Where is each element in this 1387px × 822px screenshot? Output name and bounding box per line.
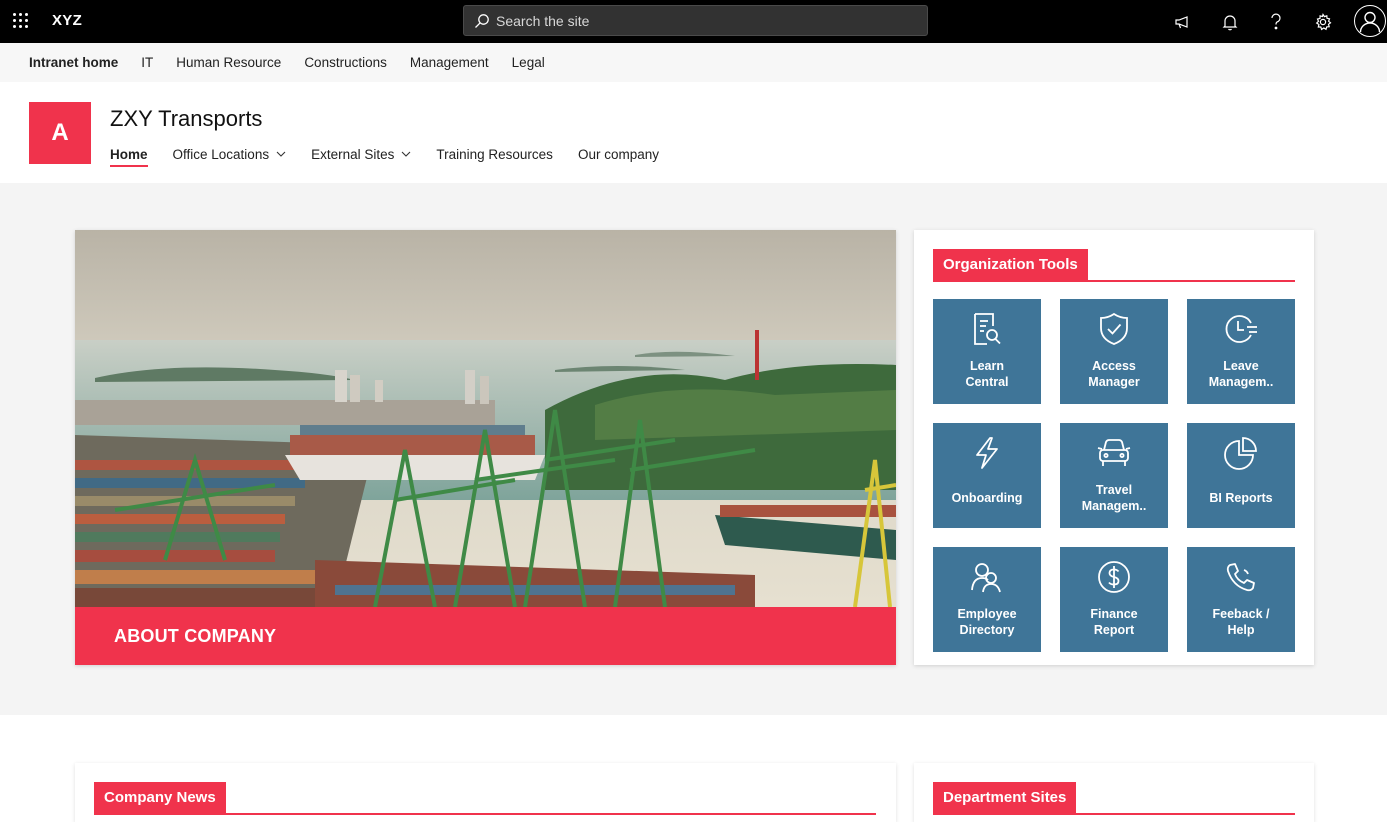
shield-check-icon bbox=[1096, 311, 1132, 347]
hub-nav-management[interactable]: Management bbox=[410, 55, 489, 70]
site-nav-home[interactable]: Home bbox=[110, 141, 148, 167]
suite-bar: XYZ bbox=[0, 0, 1387, 43]
site-nav-office-locations[interactable]: Office Locations bbox=[173, 141, 287, 167]
search-input[interactable] bbox=[496, 12, 896, 29]
tile-travel-management[interactable]: Travel Managem.. bbox=[1060, 423, 1168, 528]
car-icon bbox=[1096, 435, 1132, 471]
tile-learn-central[interactable]: Learn Central bbox=[933, 299, 1041, 404]
hub-nav-intranet-home[interactable]: Intranet home bbox=[29, 55, 118, 70]
chevron-down-icon bbox=[401, 151, 411, 157]
hub-nav-it[interactable]: IT bbox=[141, 55, 153, 70]
site-nav-our-company[interactable]: Our company bbox=[578, 141, 659, 167]
tile-feedback-help[interactable]: Feeback / Help bbox=[1187, 547, 1295, 652]
tile-onboarding[interactable]: Onboarding bbox=[933, 423, 1041, 528]
people-icon bbox=[969, 559, 1005, 595]
lightning-icon bbox=[969, 435, 1005, 471]
site-header: A ZXY Transports Home Office Locations E… bbox=[0, 82, 1387, 183]
hero-section: ABOUT COMPANY bbox=[75, 230, 896, 665]
department-sites-card: Department Sites bbox=[914, 763, 1314, 822]
site-nav: Home Office Locations External Sites Tra… bbox=[110, 141, 684, 167]
organization-tools-header: Organization Tools bbox=[933, 249, 1295, 282]
bell-icon[interactable] bbox=[1217, 9, 1243, 35]
tile-bi-reports[interactable]: BI Reports bbox=[1187, 423, 1295, 528]
hub-nav-legal[interactable]: Legal bbox=[512, 55, 545, 70]
search-box[interactable] bbox=[463, 5, 928, 36]
search-icon bbox=[475, 13, 489, 28]
dollar-icon bbox=[1096, 559, 1132, 595]
hub-nav-constructions[interactable]: Constructions bbox=[304, 55, 387, 70]
waffle-icon[interactable] bbox=[13, 13, 29, 29]
hub-nav-human-resource[interactable]: Human Resource bbox=[176, 55, 281, 70]
about-company-band[interactable]: ABOUT COMPANY bbox=[75, 607, 896, 665]
company-news-card: Company News bbox=[75, 763, 896, 822]
company-news-header: Company News bbox=[94, 782, 876, 815]
hub-nav: Intranet home IT Human Resource Construc… bbox=[0, 43, 1387, 82]
user-avatar-icon[interactable] bbox=[1354, 5, 1386, 37]
brand-name[interactable]: XYZ bbox=[52, 12, 82, 29]
site-nav-external-sites[interactable]: External Sites bbox=[311, 141, 411, 167]
clock-icon bbox=[1223, 311, 1259, 347]
site-title[interactable]: ZXY Transports bbox=[110, 106, 262, 132]
tile-access-manager[interactable]: Access Manager bbox=[1060, 299, 1168, 404]
harbor-photo bbox=[75, 230, 896, 607]
gear-icon[interactable] bbox=[1310, 9, 1336, 35]
chevron-down-icon bbox=[276, 151, 286, 157]
megaphone-icon[interactable] bbox=[1170, 9, 1196, 35]
tile-employee-directory[interactable]: Employee Directory bbox=[933, 547, 1041, 652]
tile-finance-report[interactable]: Finance Report bbox=[1060, 547, 1168, 652]
organization-tools-panel: Organization Tools Learn Central Access Ma… bbox=[914, 230, 1314, 665]
department-sites-header: Department Sites bbox=[933, 782, 1295, 815]
document-search-icon bbox=[969, 311, 1005, 347]
company-news-title: Company News bbox=[94, 782, 226, 813]
site-logo[interactable]: A bbox=[29, 102, 91, 164]
phone-icon bbox=[1223, 559, 1259, 595]
organization-tools-title: Organization Tools bbox=[933, 249, 1088, 280]
pie-chart-icon bbox=[1223, 435, 1259, 471]
site-nav-training-resources[interactable]: Training Resources bbox=[436, 141, 553, 167]
department-sites-title: Department Sites bbox=[933, 782, 1077, 813]
help-icon[interactable] bbox=[1263, 9, 1289, 35]
tile-leave-management[interactable]: Leave Managem.. bbox=[1187, 299, 1295, 404]
